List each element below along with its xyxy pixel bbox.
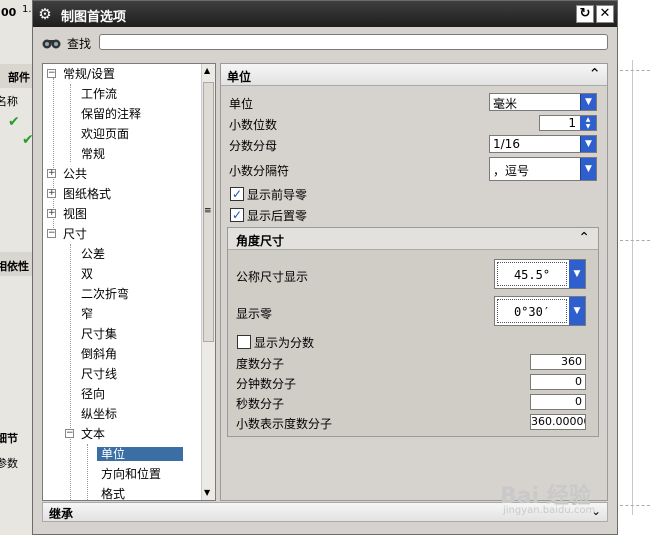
decimal-separator-select[interactable]: ，逗号 ▼	[489, 157, 597, 181]
unit-select[interactable]: 毫米 ▼	[489, 93, 597, 111]
gear-icon: ⚙	[38, 5, 52, 23]
background-canvas	[618, 0, 651, 535]
minute-numerator-field[interactable]: 0	[530, 374, 586, 390]
bg-fragment: 名称	[0, 95, 18, 108]
reset-icon[interactable]: ↻	[576, 5, 594, 23]
tree-guide	[70, 244, 71, 500]
chevron-down-icon[interactable]: ▼	[580, 158, 596, 180]
decimals-label: 小数位数	[229, 118, 278, 132]
dialog-title: 制图首选项	[61, 10, 127, 25]
tree-item[interactable]: 方向和位置	[101, 464, 161, 484]
scroll-down-icon[interactable]: ▼	[204, 488, 210, 497]
find-input[interactable]	[99, 34, 608, 50]
decimal-degree-numerator-field[interactable]: 360.00000	[530, 414, 586, 430]
check-icon: ✔	[22, 132, 32, 148]
bg-fragment: 相依性	[0, 260, 29, 273]
tree-item[interactable]: 二次折弯	[81, 284, 129, 304]
tree-item[interactable]: 公差	[81, 244, 105, 264]
bg-fragment: 部件	[8, 71, 30, 84]
collapse-icon[interactable]: −	[65, 429, 74, 438]
background-app: 00 1. 部件 名称 ✔ ✔ 相依性 细节 参数	[0, 0, 32, 535]
check-icon: ✔	[8, 114, 20, 130]
show-zero-select[interactable]: 0°30′ ▼	[494, 296, 586, 326]
scroll-up-icon[interactable]: ▲	[204, 66, 210, 75]
fraction-denominator-label: 分数分母	[229, 139, 278, 153]
drafting-preferences-dialog: ⚙ 制图首选项 ↻ ✕ 查找 − 常规/设置 工作流 保留的注释 欢迎页面 常规 …	[32, 0, 618, 535]
watermark-url: jingyan.baidu.com	[503, 505, 596, 516]
bg-fragment: 00	[1, 6, 17, 19]
canvas-line	[620, 505, 650, 506]
tree-guide	[70, 84, 71, 162]
expand-icon[interactable]: +	[47, 189, 56, 198]
bg-fragment: 参数	[0, 457, 18, 470]
spin-icon[interactable]: ▲ ▼	[580, 116, 596, 130]
tree-item[interactable]: 倒斜角	[81, 344, 117, 364]
tree-item-selected[interactable]: 单位	[97, 444, 184, 464]
category-tree[interactable]: − 常规/设置 工作流 保留的注释 欢迎页面 常规 + 公共 + 图纸格式 + 视图 −…	[42, 63, 216, 501]
canvas-line	[620, 70, 650, 71]
angular-section-header[interactable]: 角度尺寸 ⌃	[228, 228, 598, 250]
expand-icon[interactable]: +	[47, 169, 56, 178]
nominal-display-select[interactable]: 45.5° ▼	[494, 259, 586, 289]
tree-item[interactable]: 双	[81, 264, 93, 284]
tree-item[interactable]: 常规	[81, 144, 105, 164]
minute-numerator-label: 分钟数分子	[236, 377, 297, 391]
canvas-line	[620, 240, 650, 241]
check-icon[interactable]: ✓	[230, 208, 244, 222]
chevron-down-icon[interactable]: ▼	[580, 94, 596, 110]
second-numerator-field[interactable]: 0	[530, 394, 586, 410]
tree-item[interactable]: 尺寸集	[81, 324, 117, 344]
tree-item[interactable]: 尺寸线	[81, 364, 117, 384]
bg-fragment: 细节	[0, 432, 18, 445]
settings-panel: 单位 ⌃ 单位 毫米 ▼ 小数位数 1 ▲ ▼ 分数分母 1/16 ▼ 小数分隔符…	[220, 63, 608, 501]
tree-item[interactable]: 纵坐标	[81, 404, 117, 424]
grip-icon: ≡	[204, 206, 212, 216]
decimals-stepper[interactable]: 1 ▲ ▼	[539, 115, 597, 131]
tree-scrollbar[interactable]: ▲ ≡ ▼	[201, 64, 215, 500]
collapse-icon[interactable]: −	[47, 69, 56, 78]
chevron-down-icon[interactable]: ▼	[569, 260, 585, 288]
close-icon[interactable]: ✕	[596, 5, 614, 23]
decimal-degree-numerator-label: 小数表示度数分子	[236, 417, 333, 431]
angular-dimension-group: 角度尺寸 ⌃ 公称尺寸显示 45.5° ▼ 显示零 0°30′ ▼ 显示为分数 …	[227, 227, 599, 437]
check-icon[interactable]: ✓	[230, 187, 244, 201]
binoculars-icon	[41, 36, 63, 50]
second-numerator-label: 秒数分子	[236, 397, 285, 411]
bg-fragment: 1.	[22, 4, 32, 15]
tree-item[interactable]: 欢迎页面	[81, 124, 129, 144]
chevron-up-icon[interactable]: ⌃	[588, 65, 601, 83]
degree-numerator-field[interactable]: 360	[530, 354, 586, 370]
tree-item[interactable]: 工作流	[81, 84, 117, 104]
units-section-header[interactable]: 单位 ⌃	[221, 64, 607, 86]
title-bar[interactable]: ⚙ 制图首选项 ↻ ✕	[33, 1, 617, 27]
checkbox-box[interactable]	[237, 335, 251, 349]
chevron-up-icon[interactable]: ⌃	[578, 230, 590, 246]
fraction-denominator-select[interactable]: 1/16 ▼	[489, 135, 597, 153]
nominal-display-label: 公称尺寸显示	[236, 270, 309, 284]
chevron-down-icon[interactable]: ▼	[580, 136, 596, 152]
show-zero-label: 显示零	[236, 307, 273, 321]
decimal-separator-label: 小数分隔符	[229, 164, 290, 178]
tree-item[interactable]: 保留的注释	[81, 104, 141, 124]
degree-numerator-label: 度数分子	[236, 357, 285, 371]
chevron-down-icon[interactable]: ▼	[569, 297, 585, 325]
tree-guide	[87, 444, 88, 500]
find-label: 查找	[67, 37, 92, 51]
expand-icon[interactable]: +	[47, 209, 56, 218]
tree-item[interactable]: 窄	[81, 304, 93, 324]
unit-label: 单位	[229, 97, 254, 111]
tree-item[interactable]: 格式	[101, 484, 125, 500]
collapse-icon[interactable]: −	[47, 229, 56, 238]
canvas-border	[632, 60, 633, 515]
tree-item[interactable]: 径向	[81, 384, 105, 404]
